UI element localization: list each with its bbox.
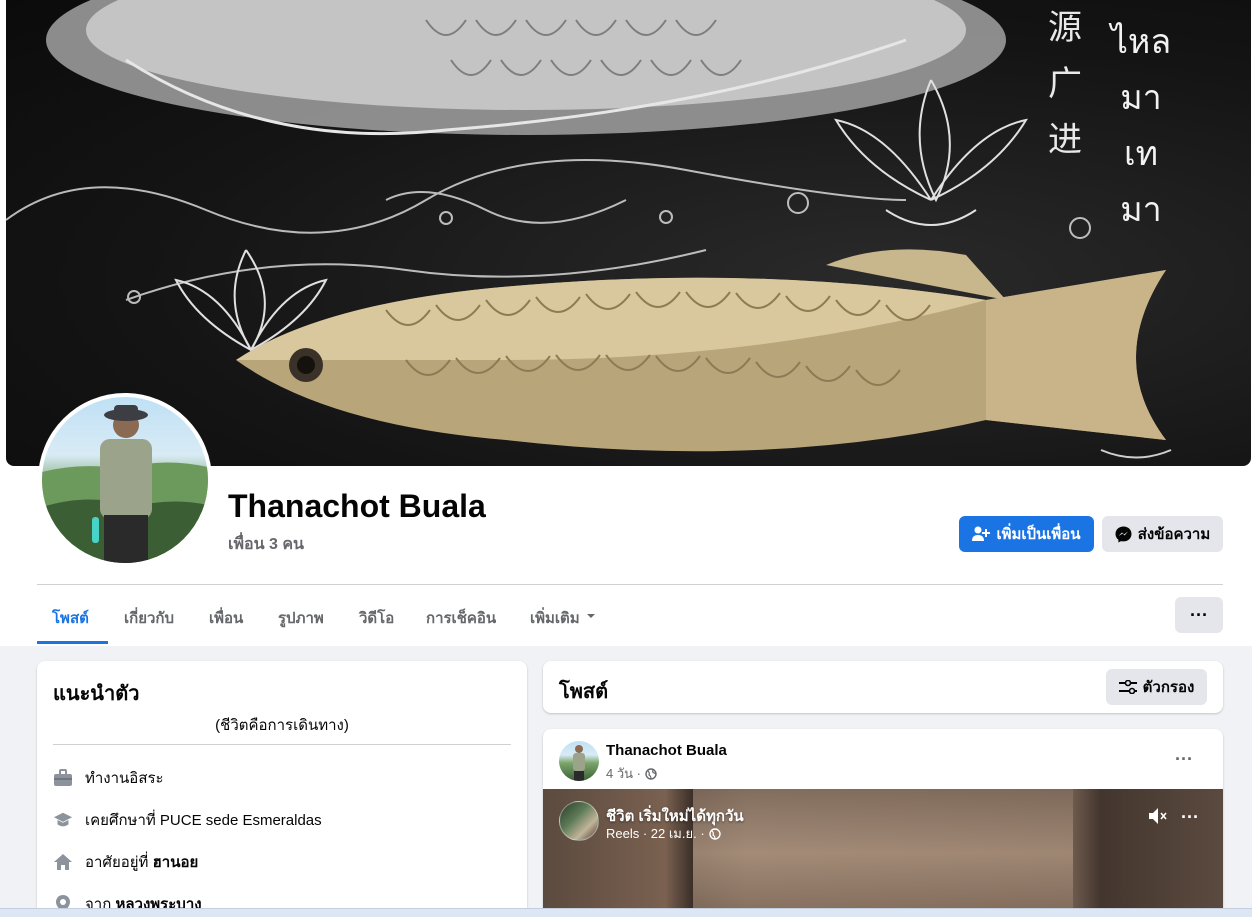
- intro-lives-prefix: อาศัยอยู่ที่: [85, 854, 153, 871]
- message-label: ส่งข้อความ: [1137, 526, 1211, 543]
- reel-options-button[interactable]: ···: [1181, 807, 1199, 828]
- cover-thai-line: เท: [1123, 134, 1159, 174]
- friends-count-link[interactable]: เพื่อน 3 คน: [228, 532, 304, 557]
- filter-button[interactable]: ตัวกรอง: [1106, 669, 1207, 705]
- tab-checkins[interactable]: การเช็คอิน: [426, 598, 496, 644]
- intro-education-text: เคยศึกษาที่ PUCE sede Esmeraldas: [85, 812, 322, 829]
- cover-thai-text: ไหล มา เท มา: [1106, 14, 1176, 238]
- cover-thai-line: มา: [1120, 190, 1162, 230]
- intro-lives-text: อาศัยอยู่ที่ ฮานอย: [85, 850, 198, 874]
- cover-cjk-text: 源 广 进: [1030, 0, 1100, 168]
- reel-meta-text: Reels · 22 เม.ย. ·: [606, 826, 705, 841]
- cover-cjk-char: 广: [1048, 64, 1082, 104]
- post-options-button[interactable]: ···: [1175, 749, 1193, 770]
- intro-card: แนะนำตัว (ชีวิตคือการเดินทาง) ทำงานอิสระ…: [37, 661, 527, 917]
- post-card: Thanachot Buala 4 วัน · ··· ชีวิต เริ่มใ…: [543, 729, 1223, 917]
- filter-sliders-icon: [1118, 680, 1137, 694]
- tab-about[interactable]: เกี่ยวกับ: [124, 598, 174, 644]
- profile-avatar[interactable]: [42, 397, 208, 563]
- intro-item-work: ทำงานอิสระ: [53, 766, 164, 790]
- mute-button[interactable]: [1147, 807, 1169, 830]
- add-friend-icon: [972, 526, 991, 541]
- cover-photo[interactable]: 源 广 进 ไหล มา เท มา: [6, 0, 1251, 466]
- tab-photos[interactable]: รูปภาพ: [278, 598, 324, 644]
- intro-bio: (ชีวิตคือการเดินทาง): [215, 717, 349, 734]
- post-author-avatar[interactable]: [559, 741, 599, 781]
- tab-friends[interactable]: เพื่อน: [209, 598, 243, 644]
- header-divider: [37, 584, 1223, 585]
- reel-media[interactable]: ชีวิต เริ่มใหม่ได้ทุกวัน Reels · 22 เม.ย…: [543, 789, 1223, 917]
- intro-work-text: ทำงานอิสระ: [85, 770, 164, 787]
- cover-cjk-char: 进: [1048, 120, 1082, 160]
- intro-item-lives: อาศัยอยู่ที่ ฮานอย: [53, 850, 198, 874]
- reel-avatar[interactable]: [559, 801, 599, 841]
- tab-more-label: เพิ่มเติม: [530, 610, 580, 627]
- post-time-text: 4 วัน ·: [606, 766, 641, 781]
- graduation-cap-icon: [53, 810, 73, 830]
- reel-video-frame: [693, 789, 1073, 917]
- post-author-name[interactable]: Thanachot Buala: [606, 742, 727, 759]
- avatar-photo: [42, 405, 208, 563]
- more-options-button[interactable]: ···: [1175, 597, 1223, 633]
- cover-thai-line: ไหล: [1110, 22, 1172, 62]
- chevron-down-icon: [586, 614, 595, 618]
- profile-header: 源 广 进 ไหล มา เท มา Thanachot Buala เพื่อ…: [0, 0, 1252, 646]
- cover-cjk-char: 源: [1048, 8, 1082, 48]
- briefcase-icon: [53, 768, 73, 788]
- os-taskbar: [0, 908, 1252, 917]
- tab-videos[interactable]: วิดีโอ: [359, 598, 394, 644]
- message-button[interactable]: ส่งข้อความ: [1102, 516, 1223, 552]
- tab-posts[interactable]: โพสต์: [52, 598, 89, 644]
- intro-divider: [53, 744, 511, 745]
- add-friend-button[interactable]: เพิ่มเป็นเพื่อน: [959, 516, 1094, 552]
- posts-header-card: โพสต์ ตัวกรอง: [543, 661, 1223, 713]
- profile-name: Thanachot Buala: [228, 488, 486, 524]
- messenger-icon: [1115, 526, 1132, 542]
- reel-meta: Reels · 22 เม.ย. ·: [606, 823, 721, 844]
- home-icon: [53, 852, 73, 872]
- add-friend-label: เพิ่มเป็นเพื่อน: [996, 526, 1081, 543]
- tab-more[interactable]: เพิ่มเติม: [530, 598, 596, 644]
- speaker-muted-icon: [1149, 808, 1167, 824]
- cover-thai-line: มา: [1120, 78, 1162, 118]
- intro-title: แนะนำตัว: [53, 683, 140, 705]
- globe-icon: [645, 767, 657, 780]
- active-tab-indicator: [37, 641, 108, 644]
- globe-icon: [708, 827, 721, 840]
- intro-lives-city[interactable]: ฮานอย: [153, 854, 199, 871]
- filter-label: ตัวกรอง: [1142, 679, 1195, 696]
- post-avatar-photo: [573, 745, 585, 781]
- posts-title: โพสต์: [559, 681, 609, 703]
- intro-item-education: เคยศึกษาที่ PUCE sede Esmeraldas: [53, 808, 322, 832]
- post-timestamp[interactable]: 4 วัน ·: [606, 763, 657, 784]
